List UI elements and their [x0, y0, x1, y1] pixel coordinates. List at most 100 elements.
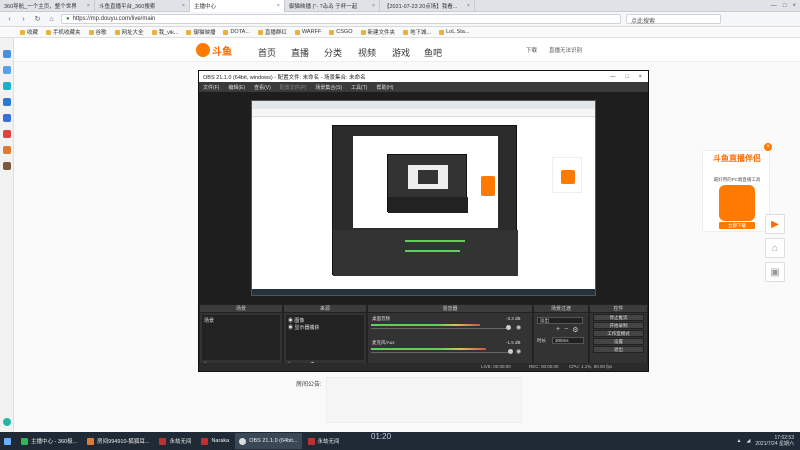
maximize-icon[interactable]: □ [625, 74, 628, 80]
taskbar-item-active[interactable]: OBS 21.1.0 (64bit... [235, 433, 302, 449]
sidebar-app-icon[interactable] [3, 50, 11, 58]
refresh-icon[interactable]: ↻ [33, 15, 42, 24]
download-link[interactable]: 下载 [526, 46, 537, 54]
bookmark-item[interactable]: WARFF [294, 29, 321, 35]
add-icon[interactable]: + [556, 326, 560, 334]
play-icon[interactable]: ▶ [765, 214, 785, 234]
start-button[interactable] [0, 433, 15, 449]
nav-game[interactable]: 游戏 [392, 46, 410, 59]
close-icon[interactable]: × [372, 3, 375, 9]
remove-icon[interactable]: − [564, 326, 568, 334]
close-icon[interactable]: × [87, 3, 90, 9]
settings-button[interactable]: 设置 [593, 338, 644, 345]
source-item[interactable]: ◉ 显示器捕获 [288, 324, 362, 331]
bookmark-item[interactable]: CSGO [329, 29, 353, 35]
volume-slider[interactable] [371, 328, 511, 329]
close-window-icon[interactable]: × [792, 3, 796, 9]
address-bar[interactable]: ● https://mp.douyu.com/live/main [61, 14, 621, 24]
menu-scene-collection[interactable]: 场景集合(S) [315, 84, 342, 91]
speaker-icon[interactable]: ◉ [516, 348, 521, 355]
stop-streaming-button[interactable]: 停止推流 [593, 314, 644, 321]
sidebar-app-icon[interactable] [3, 130, 11, 138]
home-icon[interactable]: ⌂ [765, 238, 785, 258]
search-input[interactable]: 点此搜索 [626, 14, 721, 25]
source-item[interactable]: ◉ 图像 [288, 317, 362, 324]
announcement-box[interactable] [326, 377, 522, 423]
douyu-logo[interactable]: 斗鱼 [196, 42, 240, 58]
nav-home[interactable]: 首页 [258, 46, 276, 59]
sidebar-app-icon[interactable] [3, 66, 11, 74]
menu-tools[interactable]: 工具(T) [351, 84, 367, 91]
bookmark-item[interactable]: 网址大全 [114, 28, 144, 36]
minimize-icon[interactable]: — [610, 74, 616, 80]
volume-knob[interactable] [506, 325, 511, 330]
volume-icon[interactable]: ◢ [747, 438, 751, 444]
volume-knob[interactable] [508, 349, 513, 354]
sidebar-app-icon[interactable] [3, 82, 11, 90]
browser-tab[interactable]: 斗鱼直播平台_360搜索 × [95, 0, 190, 12]
studio-mode-button[interactable]: 工作室模式 [593, 330, 644, 337]
exit-button[interactable]: 退出 [593, 346, 644, 353]
taskbar-item[interactable]: 主播中心 - 360极... [17, 433, 81, 449]
menu-profile[interactable]: 配置文件(P) [280, 84, 307, 91]
nav-fishbar[interactable]: 鱼吧 [424, 46, 442, 59]
browser-tab-active[interactable]: 主播中心 × [190, 0, 285, 12]
close-icon[interactable]: × [467, 3, 470, 9]
bookmark-item[interactable]: 手机收藏夹 [46, 28, 81, 36]
sidebar-help-icon[interactable] [3, 418, 11, 426]
close-icon[interactable]: × [182, 3, 185, 9]
sidebar-app-icon[interactable] [3, 162, 11, 170]
back-icon[interactable]: ‹ [5, 15, 14, 24]
bookmark-icon [257, 29, 263, 35]
browser-tab[interactable]: 御猫映播 ("- ?ゐゐ 于杯一起 × [285, 0, 380, 12]
taskbar-item[interactable]: 房间994910-狐狐耳... [83, 433, 153, 449]
sidebar-app-icon[interactable] [3, 114, 11, 122]
bookmark-item[interactable]: 御猫映播 [186, 28, 215, 36]
nav-category[interactable]: 分类 [324, 46, 342, 59]
menu-file[interactable]: 文件(F) [203, 84, 219, 91]
obs-preview-area[interactable] [199, 92, 648, 304]
bookmark-item[interactable]: 谷歌 [88, 28, 107, 36]
menu-edit[interactable]: 编辑(E) [228, 84, 245, 91]
home-icon[interactable]: ⌂ [47, 15, 56, 24]
bookmark-item[interactable]: 直播群红 [257, 28, 287, 36]
maximize-icon[interactable]: □ [783, 3, 787, 9]
sidebar-app-icon[interactable] [3, 98, 11, 106]
close-icon[interactable]: × [277, 3, 280, 9]
network-icon[interactable]: ▲ [737, 438, 742, 444]
promo-download-button[interactable]: 立即下载 [719, 222, 755, 229]
app-icon[interactable]: ▣ [765, 262, 785, 282]
taskbar-item[interactable]: Naraka [197, 433, 233, 449]
scene-item[interactable]: 场景 [204, 317, 278, 324]
close-icon[interactable]: × [764, 143, 772, 151]
bookmark-item[interactable]: DOTA... [223, 29, 250, 35]
bookmark-item[interactable]: 新建文件夹 [360, 28, 395, 36]
minimize-icon[interactable]: — [771, 3, 777, 9]
transition-select[interactable]: 淡出 [537, 317, 583, 324]
nav-live[interactable]: 直播 [291, 46, 309, 59]
bookmark-item[interactable]: 我_vik... [151, 28, 178, 36]
browser-tab[interactable]: 【2021-07-23 20点场】我看... × [380, 0, 475, 12]
menu-view[interactable]: 查看(V) [254, 84, 271, 91]
duration-input[interactable]: 300ms [552, 337, 584, 344]
clock[interactable]: 17:02:53 2021/7/24 星期六 [755, 435, 794, 447]
start-recording-button[interactable]: 开始录制 [593, 322, 644, 329]
bookmark-item[interactable]: 地下城... [403, 28, 431, 36]
game-icon [201, 437, 209, 445]
taskbar-item[interactable]: 永劫无间 [155, 433, 195, 449]
taskbar-item[interactable]: 永劫无间 [304, 433, 344, 449]
nav-video[interactable]: 视频 [358, 46, 376, 59]
close-icon[interactable]: × [639, 74, 642, 80]
user-menu[interactable]: 直播无法识别 [549, 46, 582, 54]
speaker-icon[interactable]: ◉ [516, 324, 521, 331]
sidebar-app-icon[interactable] [3, 146, 11, 154]
menu-help[interactable]: 帮助(H) [376, 84, 393, 91]
promo-card[interactable]: 斗鱼直播伴侣 最好用的PC端直播工具 立即下载 [702, 150, 770, 232]
volume-slider[interactable] [371, 352, 511, 353]
bookmark-item[interactable]: 收藏 [20, 28, 38, 36]
bookmark-item[interactable]: LoL Sta... [439, 29, 469, 35]
settings-icon[interactable]: ⚙ [572, 326, 578, 334]
browser-tab[interactable]: 360导航_一个主页，整个世界 × [0, 0, 95, 12]
forward-icon[interactable]: › [19, 15, 28, 24]
volume-meter [371, 348, 486, 350]
